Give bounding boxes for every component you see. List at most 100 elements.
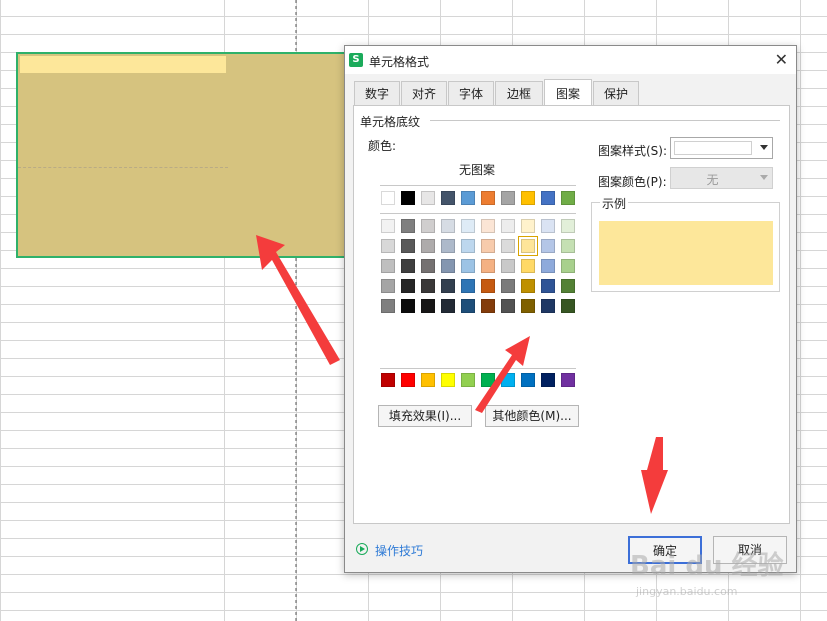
color-swatch[interactable] bbox=[441, 219, 455, 233]
color-swatch[interactable] bbox=[541, 239, 555, 253]
pattern-style-select[interactable] bbox=[670, 137, 773, 159]
chevron-down-icon bbox=[760, 175, 768, 180]
color-swatch[interactable] bbox=[421, 373, 435, 387]
color-swatch[interactable] bbox=[481, 219, 495, 233]
color-swatch[interactable] bbox=[381, 239, 395, 253]
play-icon[interactable] bbox=[356, 543, 368, 555]
color-swatch[interactable] bbox=[401, 219, 415, 233]
color-swatch[interactable] bbox=[381, 191, 395, 205]
selected-cell-range[interactable] bbox=[16, 52, 346, 258]
color-swatch[interactable] bbox=[501, 373, 515, 387]
dialog-titlebar: S 单元格格式 ✕ bbox=[345, 46, 796, 74]
color-swatch[interactable] bbox=[461, 239, 475, 253]
watermark-url: jingyan.baidu.com bbox=[636, 585, 738, 598]
color-swatch[interactable] bbox=[441, 191, 455, 205]
other-colors-button[interactable]: 其他颜色(M)... bbox=[485, 405, 579, 427]
color-swatch[interactable] bbox=[541, 373, 555, 387]
highlighted-cell bbox=[20, 56, 226, 73]
close-icon[interactable]: ✕ bbox=[775, 50, 788, 69]
color-swatch[interactable] bbox=[441, 373, 455, 387]
color-swatch[interactable] bbox=[501, 299, 515, 313]
color-swatch[interactable] bbox=[421, 219, 435, 233]
no-pattern-option[interactable]: 无图案 bbox=[459, 161, 495, 178]
color-swatch[interactable] bbox=[561, 279, 575, 293]
color-swatch[interactable] bbox=[501, 279, 515, 293]
color-swatch[interactable] bbox=[561, 373, 575, 387]
tab-number[interactable]: 数字 bbox=[354, 81, 400, 105]
pattern-color-select[interactable]: 无 bbox=[670, 167, 773, 189]
pattern-style-preview bbox=[674, 141, 752, 155]
color-swatch[interactable] bbox=[461, 279, 475, 293]
color-swatch[interactable] bbox=[521, 373, 535, 387]
tab-font[interactable]: 字体 bbox=[448, 81, 494, 105]
palette-bottom-separator bbox=[380, 368, 576, 369]
color-swatch[interactable] bbox=[401, 239, 415, 253]
color-swatch[interactable] bbox=[521, 191, 535, 205]
color-swatch[interactable] bbox=[501, 191, 515, 205]
color-swatch[interactable] bbox=[541, 259, 555, 273]
section-divider bbox=[430, 120, 780, 121]
color-swatch[interactable] bbox=[441, 279, 455, 293]
color-swatch[interactable] bbox=[381, 279, 395, 293]
fill-effect-button[interactable]: 填充效果(I)... bbox=[378, 405, 472, 427]
palette-separator bbox=[380, 213, 576, 214]
watermark-brand: Bai du 经验 bbox=[630, 551, 784, 581]
color-swatch[interactable] bbox=[481, 259, 495, 273]
color-swatch[interactable] bbox=[401, 299, 415, 313]
color-swatch[interactable] bbox=[401, 191, 415, 205]
color-swatch[interactable] bbox=[381, 219, 395, 233]
color-swatch[interactable] bbox=[421, 191, 435, 205]
tab-border[interactable]: 边框 bbox=[495, 81, 543, 105]
color-swatch[interactable] bbox=[441, 259, 455, 273]
color-swatch[interactable] bbox=[461, 191, 475, 205]
color-swatch[interactable] bbox=[421, 279, 435, 293]
color-swatch[interactable] bbox=[481, 191, 495, 205]
color-swatch[interactable] bbox=[381, 259, 395, 273]
color-swatch[interactable] bbox=[401, 279, 415, 293]
color-swatch[interactable] bbox=[521, 279, 535, 293]
color-swatch[interactable] bbox=[441, 299, 455, 313]
color-swatch[interactable] bbox=[501, 259, 515, 273]
tips-link[interactable]: 操作技巧 bbox=[375, 542, 423, 559]
color-swatch[interactable] bbox=[561, 239, 575, 253]
color-swatch[interactable] bbox=[461, 259, 475, 273]
color-swatch[interactable] bbox=[441, 239, 455, 253]
tab-patterns[interactable]: 图案 bbox=[544, 79, 592, 105]
color-swatch[interactable] bbox=[521, 259, 535, 273]
color-swatch[interactable] bbox=[461, 299, 475, 313]
color-swatch[interactable] bbox=[461, 373, 475, 387]
chevron-down-icon bbox=[760, 145, 768, 150]
dialog-title: 单元格格式 bbox=[369, 55, 430, 69]
color-swatch[interactable] bbox=[541, 191, 555, 205]
color-swatch[interactable] bbox=[461, 219, 475, 233]
color-swatch[interactable] bbox=[561, 219, 575, 233]
color-swatch[interactable] bbox=[501, 219, 515, 233]
color-swatch[interactable] bbox=[561, 299, 575, 313]
color-swatch[interactable] bbox=[381, 299, 395, 313]
color-swatch[interactable] bbox=[401, 373, 415, 387]
tab-protection[interactable]: 保护 bbox=[593, 81, 639, 105]
shading-section-title: 单元格底纹 bbox=[360, 115, 421, 129]
color-swatch[interactable] bbox=[481, 373, 495, 387]
color-swatch[interactable] bbox=[481, 299, 495, 313]
color-swatch[interactable] bbox=[518, 236, 538, 256]
page-break-line bbox=[18, 167, 228, 168]
color-swatch[interactable] bbox=[381, 373, 395, 387]
color-swatch[interactable] bbox=[481, 239, 495, 253]
color-swatch[interactable] bbox=[541, 299, 555, 313]
format-cells-dialog: S 单元格格式 ✕ 数字 对齐 字体 边框 图案 保护 单元格底纹 颜色: 无图… bbox=[344, 45, 797, 573]
color-swatch[interactable] bbox=[421, 239, 435, 253]
color-swatch[interactable] bbox=[561, 259, 575, 273]
color-swatch[interactable] bbox=[421, 259, 435, 273]
color-swatch[interactable] bbox=[561, 191, 575, 205]
color-swatch[interactable] bbox=[481, 279, 495, 293]
color-swatch[interactable] bbox=[501, 239, 515, 253]
color-swatch[interactable] bbox=[541, 279, 555, 293]
color-swatch[interactable] bbox=[401, 259, 415, 273]
color-swatch[interactable] bbox=[541, 219, 555, 233]
color-swatch[interactable] bbox=[521, 299, 535, 313]
color-swatch[interactable] bbox=[521, 219, 535, 233]
color-swatch[interactable] bbox=[421, 299, 435, 313]
pattern-color-value: 无 bbox=[706, 173, 719, 187]
tab-alignment[interactable]: 对齐 bbox=[401, 81, 447, 105]
